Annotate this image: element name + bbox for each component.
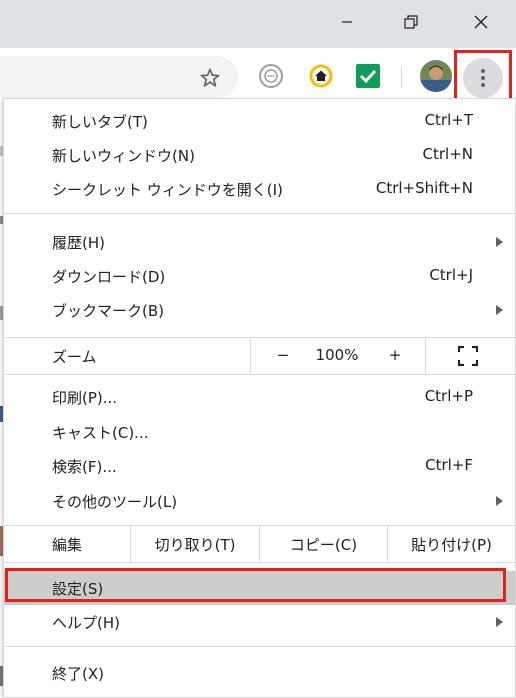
- menu-item-label: 終了(X): [52, 665, 104, 683]
- menu-item-label: キャスト(C)...: [52, 424, 149, 442]
- menu-item-new-tab[interactable]: 新しいタブ(T) Ctrl+T: [4, 104, 515, 138]
- menu-item-label: シークレット ウィンドウを開く(I): [52, 181, 283, 199]
- fullscreen-icon[interactable]: [458, 346, 478, 366]
- edit-label: 編集: [52, 536, 83, 554]
- chat-extension-icon: [259, 64, 283, 88]
- submenu-arrow-icon: [496, 237, 503, 247]
- menu-item-shortcut: Ctrl+F: [425, 456, 473, 474]
- restore-button[interactable]: [388, 0, 434, 44]
- menu-item-label: 新しいウィンドウ(N): [52, 147, 195, 165]
- settings-highlight: [5, 568, 506, 602]
- check-extension-button[interactable]: [354, 62, 382, 90]
- menu-separator: [4, 213, 515, 214]
- zoom-in-button[interactable]: +: [384, 346, 406, 364]
- menu-separator: [4, 646, 515, 647]
- menu-item-exit[interactable]: 終了(X): [4, 656, 515, 690]
- zoom-row: ズーム − 100% +: [4, 338, 515, 374]
- menu-item-label: ダウンロード(D): [52, 268, 166, 286]
- bookmark-star-button[interactable]: [196, 66, 224, 90]
- menu-item-incognito-window[interactable]: シークレット ウィンドウを開く(I) Ctrl+Shift+N: [4, 172, 515, 206]
- zoom-level: 100%: [315, 346, 359, 364]
- menu-item-more-tools[interactable]: その他のツール(L): [4, 484, 515, 518]
- menu-item-label: ブックマーク(B): [52, 302, 164, 320]
- chrome-main-menu: 新しいタブ(T) Ctrl+T 新しいウィンドウ(N) Ctrl+N シークレッ…: [3, 98, 516, 698]
- menu-button-highlight: [454, 50, 512, 102]
- chat-extension-button[interactable]: [257, 62, 285, 90]
- menu-item-shortcut: Ctrl+N: [422, 145, 473, 163]
- close-icon: [474, 15, 488, 29]
- check-extension-icon: [356, 64, 380, 88]
- menu-item-bookmarks[interactable]: ブックマーク(B): [4, 293, 515, 327]
- toolbar-divider: [401, 66, 402, 88]
- paste-button[interactable]: 貼り付け(P): [388, 526, 515, 562]
- menu-item-shortcut: Ctrl+Shift+N: [375, 179, 473, 197]
- menu-separator: [4, 562, 515, 563]
- menu-item-cast[interactable]: キャスト(C)...: [4, 415, 515, 449]
- title-bar: [0, 0, 516, 48]
- submenu-arrow-icon: [496, 496, 503, 506]
- address-bar[interactable]: [0, 56, 238, 98]
- copy-button[interactable]: コピー(C): [260, 526, 387, 562]
- menu-item-new-window[interactable]: 新しいウィンドウ(N) Ctrl+N: [4, 138, 515, 172]
- cut-button[interactable]: 切り取り(T): [131, 526, 259, 562]
- edit-row: 編集 切り取り(T) コピー(C) 貼り付け(P): [4, 526, 515, 562]
- minimize-icon: [342, 21, 352, 23]
- menu-item-label: ヘルプ(H): [52, 614, 120, 632]
- close-window-button[interactable]: [458, 0, 504, 44]
- menu-item-downloads[interactable]: ダウンロード(D) Ctrl+J: [4, 259, 515, 293]
- menu-separator: [4, 374, 515, 375]
- zoom-label: ズーム: [52, 348, 97, 366]
- menu-item-history[interactable]: 履歴(H): [4, 225, 515, 259]
- submenu-arrow-icon: [496, 617, 503, 627]
- restore-icon: [404, 15, 418, 29]
- menu-item-help[interactable]: ヘルプ(H): [4, 605, 515, 639]
- menu-item-shortcut: Ctrl+P: [424, 387, 473, 405]
- profile-photo: [420, 60, 452, 92]
- star-icon: [200, 68, 220, 87]
- menu-item-label: その他のツール(L): [52, 493, 178, 511]
- menu-item-label: 検索(F)...: [52, 458, 117, 476]
- home-extension-icon: [309, 64, 333, 88]
- home-extension-button[interactable]: [307, 62, 335, 90]
- menu-item-shortcut: Ctrl+J: [429, 266, 473, 284]
- menu-item-label: 履歴(H): [52, 234, 105, 252]
- menu-item-shortcut: Ctrl+T: [424, 111, 473, 129]
- menu-item-label: 新しいタブ(T): [52, 113, 148, 131]
- avatar[interactable]: [420, 60, 452, 92]
- menu-item-find[interactable]: 検索(F)... Ctrl+F: [4, 449, 515, 483]
- menu-item-label: 印刷(P)...: [52, 389, 118, 407]
- menu-item-print[interactable]: 印刷(P)... Ctrl+P: [4, 380, 515, 414]
- submenu-arrow-icon: [496, 305, 503, 315]
- zoom-out-button[interactable]: −: [272, 346, 294, 364]
- minimize-button[interactable]: [324, 0, 370, 44]
